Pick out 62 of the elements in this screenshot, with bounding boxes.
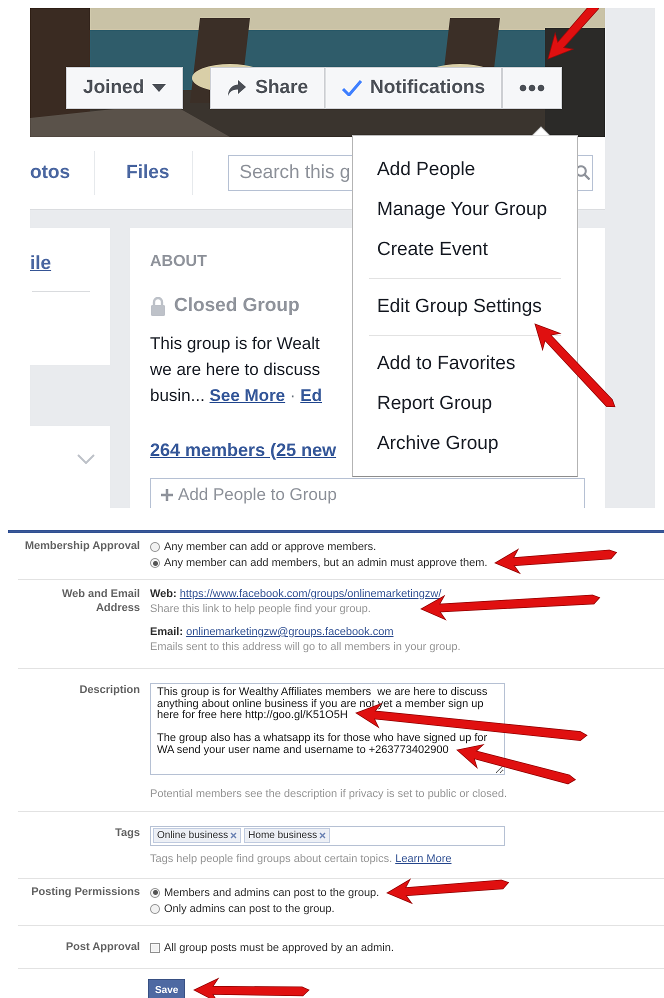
checkbox[interactable] (150, 942, 160, 952)
hint-text: Emails sent to this address will go to all members in your group. (150, 640, 462, 654)
more-icon (519, 84, 546, 92)
search-icon (575, 165, 590, 180)
tab[interactable]: Files (126, 158, 170, 188)
radio-button[interactable] (150, 904, 160, 914)
field-label: Description (78, 683, 140, 698)
menu-item[interactable]: Add People (353, 150, 577, 190)
checkbox-label: All group posts must be approved by an admin. (164, 940, 394, 956)
learn-more-link[interactable]: Learn More (395, 852, 452, 864)
edit-link[interactable]: Ed (300, 386, 322, 404)
description-text: This group is for Wealt (150, 334, 320, 352)
menu-item[interactable]: Add to Favorites (353, 344, 577, 384)
section-heading: ABOUT (150, 252, 208, 272)
hint-text: Share this link to help people find your group. (150, 603, 371, 615)
joined-button[interactable]: Joined (66, 67, 184, 109)
share-button[interactable]: Share (210, 67, 326, 109)
field-label: Posting Permissions (30, 884, 140, 900)
menu-item[interactable]: Create Event (353, 230, 577, 270)
tab[interactable]: otos (30, 158, 70, 188)
web-address: Web: (150, 588, 178, 600)
option-label: Only admins can post to the group. (164, 902, 335, 914)
notifications-button[interactable]: Notifications (325, 67, 502, 109)
hint-text: Potential members see the description if privacy is set to public or closed. (150, 786, 508, 800)
field-label: Post Approval (64, 940, 140, 954)
close-icon (319, 832, 326, 839)
privacy-label: Closed Group (174, 294, 300, 318)
chevron-down-icon (77, 454, 95, 464)
hint-text: Tags help people find groups about certain topics. (150, 852, 392, 864)
lock-icon (150, 296, 166, 316)
option-label: Any member can add members, but an admin must approve them. (164, 557, 488, 569)
field-label: Membership Approval (24, 539, 140, 554)
field-label: Tags (114, 826, 140, 840)
tags-field[interactable]: Online business Home business (150, 826, 505, 846)
menu-item[interactable]: Manage Your Group (353, 190, 577, 230)
description-text: busin... (150, 386, 205, 404)
menu-item[interactable]: Edit Group Settings (353, 287, 577, 327)
option-label: Any member can add or approve members. (164, 541, 376, 553)
share-icon (227, 79, 248, 97)
description-field[interactable]: This group is for Wealthy Affiliates members we are here to discuss anything about online business if you are not yet a member sign up here for free here http://goo.gl/K51O5H The group also has a whatsapp its for those who have signed up for WA send your user name and username to +263773402900 (150, 683, 505, 775)
save-button[interactable]: Save (148, 978, 186, 998)
group-url-link[interactable]: https://www.facebook.com/groups/onlinemarketingzw/ (180, 588, 442, 600)
caret-icon (152, 84, 166, 92)
group-email-link[interactable]: onlinemarketingzw@groups.facebook.com (186, 626, 394, 638)
radio-button[interactable] (150, 888, 160, 898)
option-label: Members and admins can post to the group. (164, 886, 380, 898)
close-icon (230, 832, 238, 839)
tag-chip[interactable]: Online business (153, 828, 242, 843)
menu-item[interactable]: Report Group (353, 384, 577, 424)
email-label: Email: (150, 626, 184, 638)
radio-button[interactable] (150, 558, 160, 568)
plus-icon (161, 488, 173, 500)
description-text: we are here to discuss (150, 360, 320, 378)
radio-button[interactable] (150, 542, 160, 552)
separator-dot: · (290, 386, 296, 404)
profile-link[interactable]: ile (30, 250, 52, 278)
more-button[interactable] (502, 67, 562, 109)
tag-chip[interactable]: Home business (244, 828, 330, 843)
field-label: Web and Email Address (60, 587, 140, 616)
check-icon (342, 80, 362, 96)
menu-item[interactable]: Archive Group (353, 424, 577, 464)
see-more-link[interactable]: See More (210, 386, 286, 404)
